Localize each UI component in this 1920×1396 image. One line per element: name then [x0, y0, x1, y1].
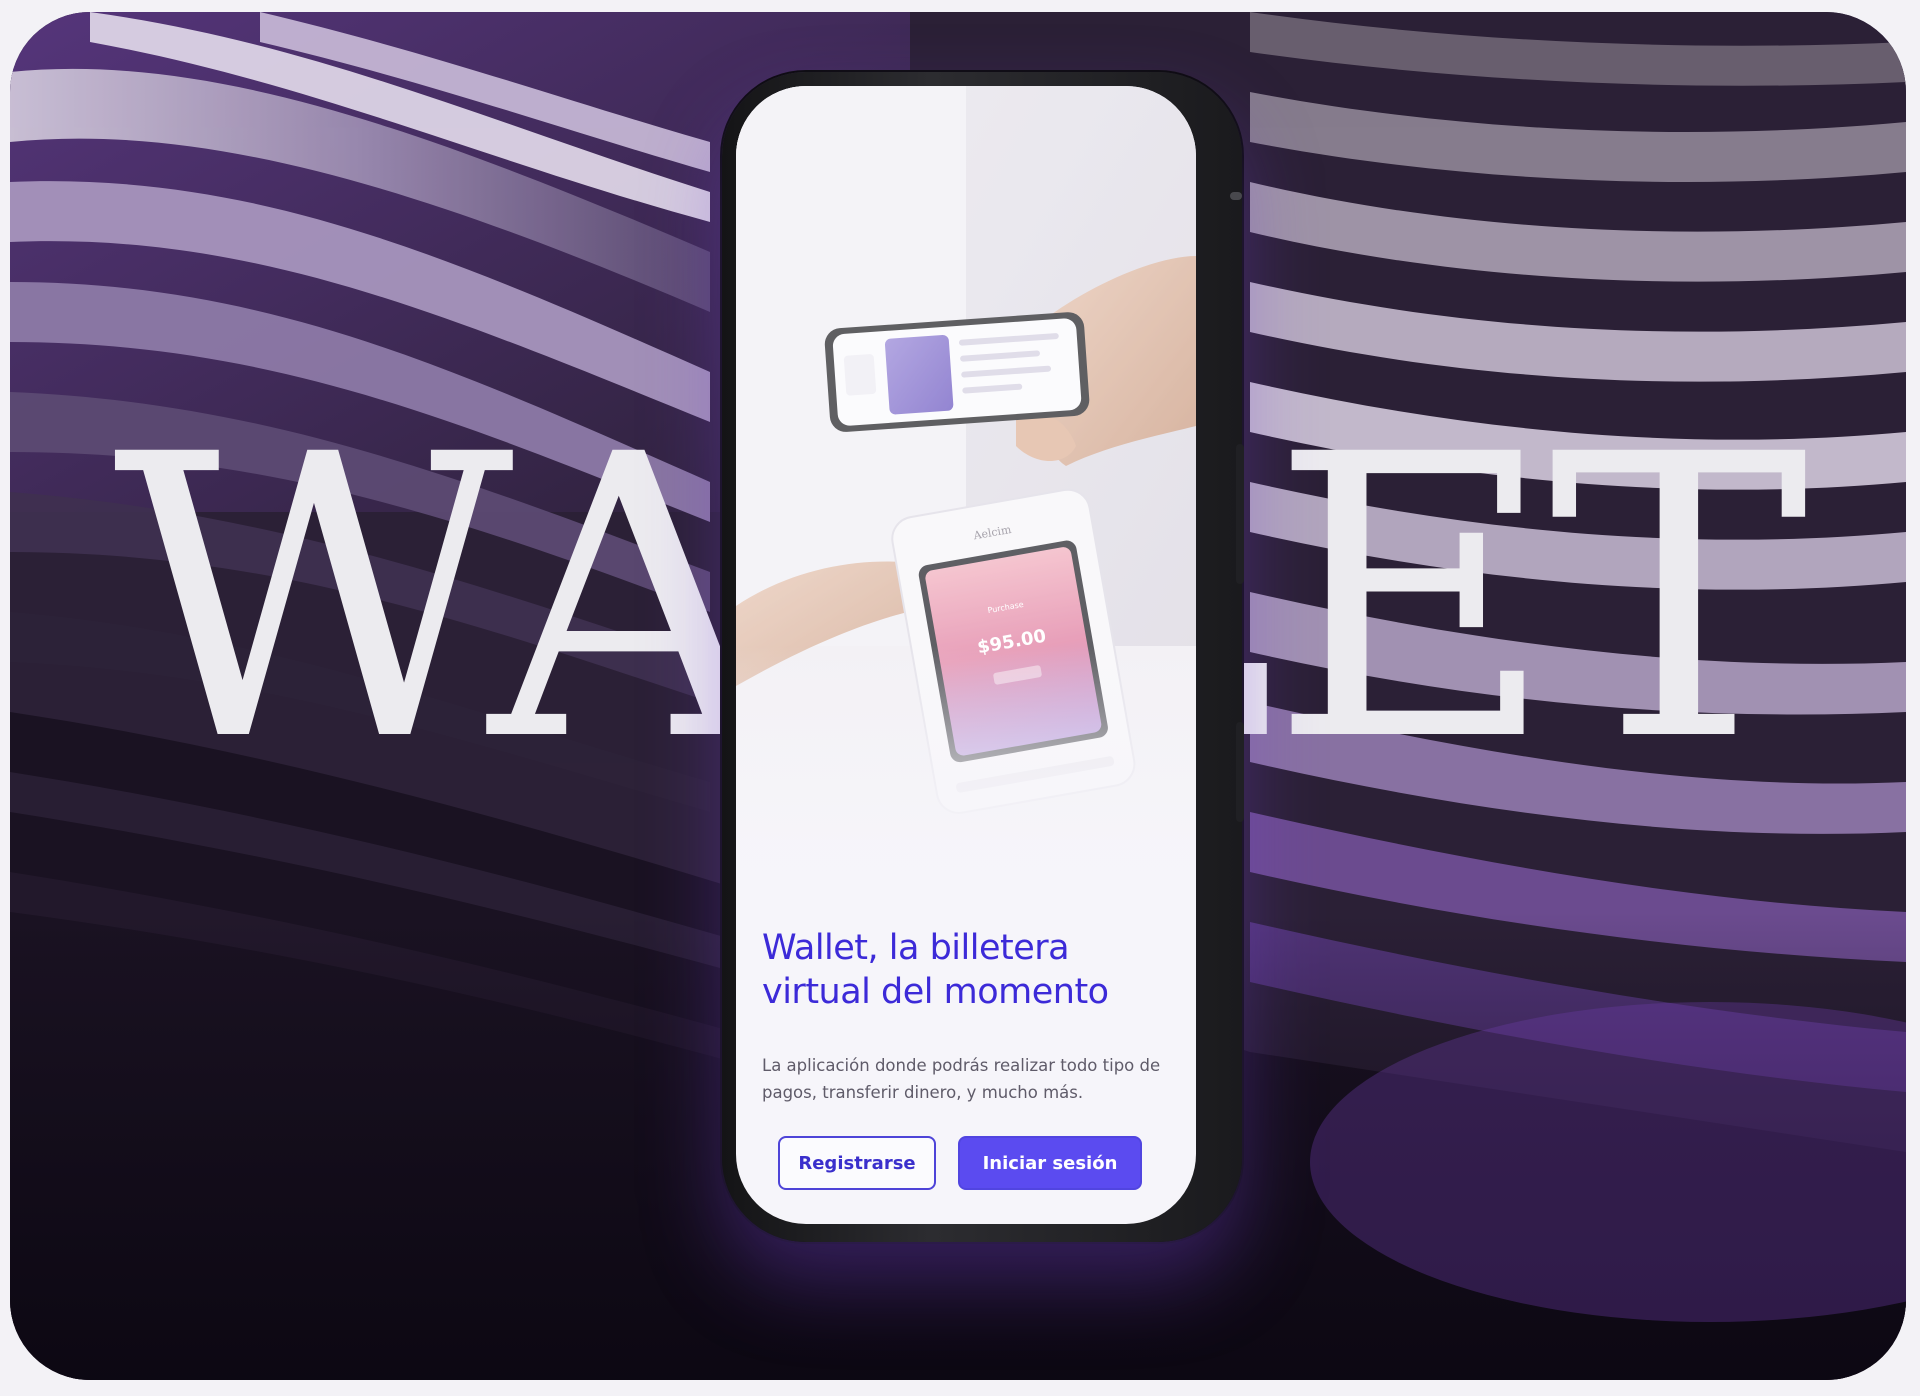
volume-button — [1236, 444, 1244, 584]
phone-mockup: Aelcim Purchase $95.00 — [722, 72, 1244, 1242]
register-button[interactable]: Registrarse — [778, 1136, 936, 1190]
screen-description: La aplicación donde podrás realizar todo… — [762, 1056, 1161, 1102]
antenna-band — [1230, 192, 1242, 200]
illustration-fade — [736, 646, 1196, 926]
screen-title: Wallet, la billetera virtual del momento — [762, 928, 1109, 1012]
app-screen: Aelcim Purchase $95.00 — [736, 86, 1196, 1224]
power-button — [1236, 722, 1244, 822]
login-button[interactable]: Iniciar sesión — [958, 1136, 1142, 1190]
